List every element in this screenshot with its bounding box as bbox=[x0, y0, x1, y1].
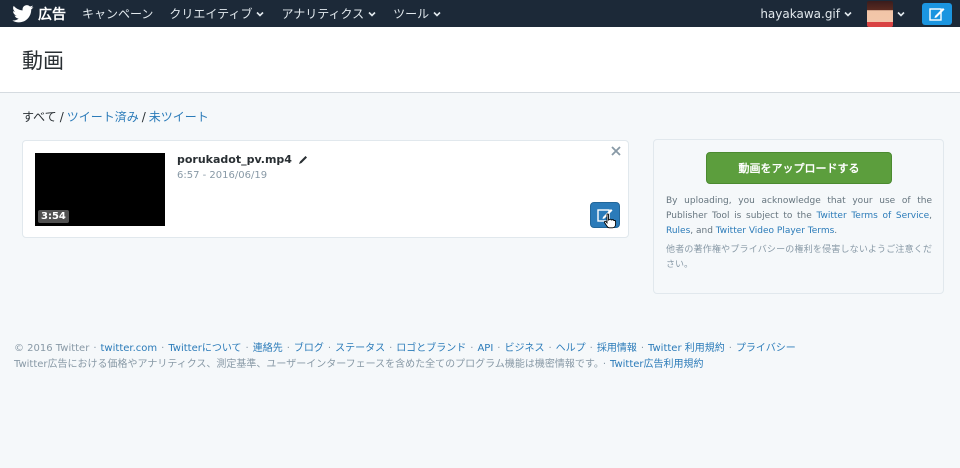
footer-dot: · bbox=[245, 343, 249, 354]
terms-of-service-link[interactable]: Twitter Terms of Service bbox=[816, 211, 929, 221]
video-filename: porukadot_pv.mp4 bbox=[177, 153, 308, 166]
video-card: 3:54 porukadot_pv.mp4 6:57 - 2016/06/19 bbox=[22, 140, 629, 238]
video-filename-label: porukadot_pv.mp4 bbox=[177, 153, 292, 166]
video-duration: 3:54 bbox=[38, 210, 69, 223]
filter-separator: / bbox=[141, 110, 146, 124]
account-switcher[interactable]: hayakawa.gif bbox=[760, 7, 853, 21]
upload-video-button[interactable]: 動画をアップロードする bbox=[706, 152, 892, 184]
brand-label: 広告 bbox=[38, 6, 66, 23]
footer-link-ads-terms[interactable]: Twitter広告利用規約 bbox=[610, 359, 704, 370]
twitter-bird-icon bbox=[12, 4, 34, 22]
footer-dot: · bbox=[93, 343, 97, 354]
chevron-down-icon bbox=[433, 11, 441, 17]
footer-dot: · bbox=[470, 343, 474, 354]
footer-link-blog[interactable]: ブログ bbox=[294, 343, 324, 354]
footer-notice-text: Twitter広告における価格やアナリティクス、測定基準、ユーザーインターフェー… bbox=[14, 359, 599, 370]
footer-dot: · bbox=[161, 343, 165, 354]
nav-tools[interactable]: ツール bbox=[393, 5, 442, 22]
footer-link-api[interactable]: API bbox=[477, 343, 493, 354]
footer-dot: · bbox=[389, 343, 393, 354]
footer-dot: · bbox=[589, 343, 593, 354]
upload-panel: 動画をアップロードする By uploading, you acknowledg… bbox=[653, 139, 944, 294]
footer-dot: · bbox=[602, 359, 607, 370]
footer-link-twitter-com[interactable]: twitter.com bbox=[101, 343, 158, 354]
rules-link[interactable]: Rules bbox=[666, 226, 690, 236]
footer-dot: · bbox=[640, 343, 645, 354]
account-name: hayakawa.gif bbox=[760, 6, 840, 21]
avatar bbox=[867, 0, 893, 27]
nav-campaigns-label: キャンペーン bbox=[82, 7, 154, 21]
footer-link-help[interactable]: ヘルプ bbox=[556, 343, 586, 354]
footer-link-contact[interactable]: 連絡先 bbox=[253, 343, 283, 354]
filter-all: すべて bbox=[22, 110, 57, 124]
video-filter: すべて / ツイート済み / 未ツイート bbox=[22, 108, 209, 125]
upload-terms-text: . bbox=[834, 226, 838, 236]
chevron-down-icon bbox=[897, 11, 905, 17]
footer-copyright: © 2016 Twitter bbox=[14, 343, 90, 354]
compose-icon bbox=[929, 7, 945, 21]
nav-campaigns[interactable]: キャンペーン bbox=[82, 5, 153, 22]
nav-tools-label: ツール bbox=[393, 7, 430, 21]
ads-home-link[interactable]: 広告 bbox=[12, 4, 66, 24]
chevron-down-icon bbox=[256, 11, 265, 17]
footer-link-about[interactable]: Twitterについて bbox=[168, 343, 241, 354]
tweet-video-button[interactable] bbox=[590, 202, 620, 229]
footer-dot: · bbox=[327, 343, 332, 354]
main-nav: キャンペーン クリエイティブ アナリティクス ツール bbox=[82, 5, 458, 22]
filter-separator: / bbox=[59, 110, 64, 124]
footer-dot: · bbox=[497, 343, 501, 354]
page-header: 動画 bbox=[0, 27, 960, 93]
footer-dot: · bbox=[286, 343, 290, 354]
top-navigation-bar: 広告 キャンペーン クリエイティブ アナリティクス ツール hayakawa.g… bbox=[0, 0, 960, 27]
video-meta: 6:57 - 2016/06/19 bbox=[177, 170, 268, 181]
footer-link-jobs[interactable]: 採用情報 bbox=[597, 343, 637, 354]
nav-analytics-label: アナリティクス bbox=[281, 7, 365, 21]
nav-creatives[interactable]: クリエイティブ bbox=[169, 5, 265, 22]
nav-creatives-label: クリエイティブ bbox=[169, 7, 253, 21]
filter-untweeted[interactable]: 未ツイート bbox=[149, 110, 209, 124]
footer-notice: Twitter広告における価格やアナリティクス、測定基準、ユーザーインターフェー… bbox=[14, 355, 704, 370]
upload-terms-text: , bbox=[929, 211, 932, 221]
upload-terms-text: , and bbox=[690, 226, 716, 236]
video-player-terms-link[interactable]: Twitter Video Player Terms bbox=[716, 226, 834, 236]
close-icon[interactable] bbox=[608, 143, 624, 159]
nav-analytics[interactable]: アナリティクス bbox=[281, 5, 377, 22]
user-menu[interactable] bbox=[867, 0, 906, 27]
footer-dot: · bbox=[548, 343, 552, 354]
footer-links: © 2016 Twitter · twitter.com · Twitterについて · 連… bbox=[14, 339, 796, 354]
upload-terms: By uploading, you acknowledge that your … bbox=[666, 194, 932, 239]
footer-link-privacy[interactable]: プライバシー bbox=[736, 343, 796, 354]
compose-button[interactable] bbox=[922, 2, 952, 25]
chevron-down-icon bbox=[844, 11, 852, 17]
copyright-note: 他者の著作権やプライバシーの権利を侵害しないようご注意ください。 bbox=[666, 245, 932, 270]
footer-dot: · bbox=[728, 343, 732, 354]
footer-link-business[interactable]: ビジネス bbox=[504, 343, 544, 354]
footer-link-status[interactable]: ステータス bbox=[335, 343, 385, 354]
video-thumbnail[interactable]: 3:54 bbox=[35, 153, 165, 226]
pencil-icon[interactable] bbox=[298, 155, 308, 165]
nav-right: hayakawa.gif bbox=[760, 0, 960, 27]
footer-link-brand[interactable]: ロゴとブランド bbox=[396, 343, 466, 354]
hand-cursor-icon bbox=[603, 213, 617, 229]
chevron-down-icon bbox=[368, 11, 376, 17]
page-title: 動画 bbox=[22, 49, 64, 73]
footer-link-terms[interactable]: Twitter 利用規約 bbox=[648, 343, 725, 354]
filter-tweeted[interactable]: ツイート済み bbox=[67, 110, 139, 124]
